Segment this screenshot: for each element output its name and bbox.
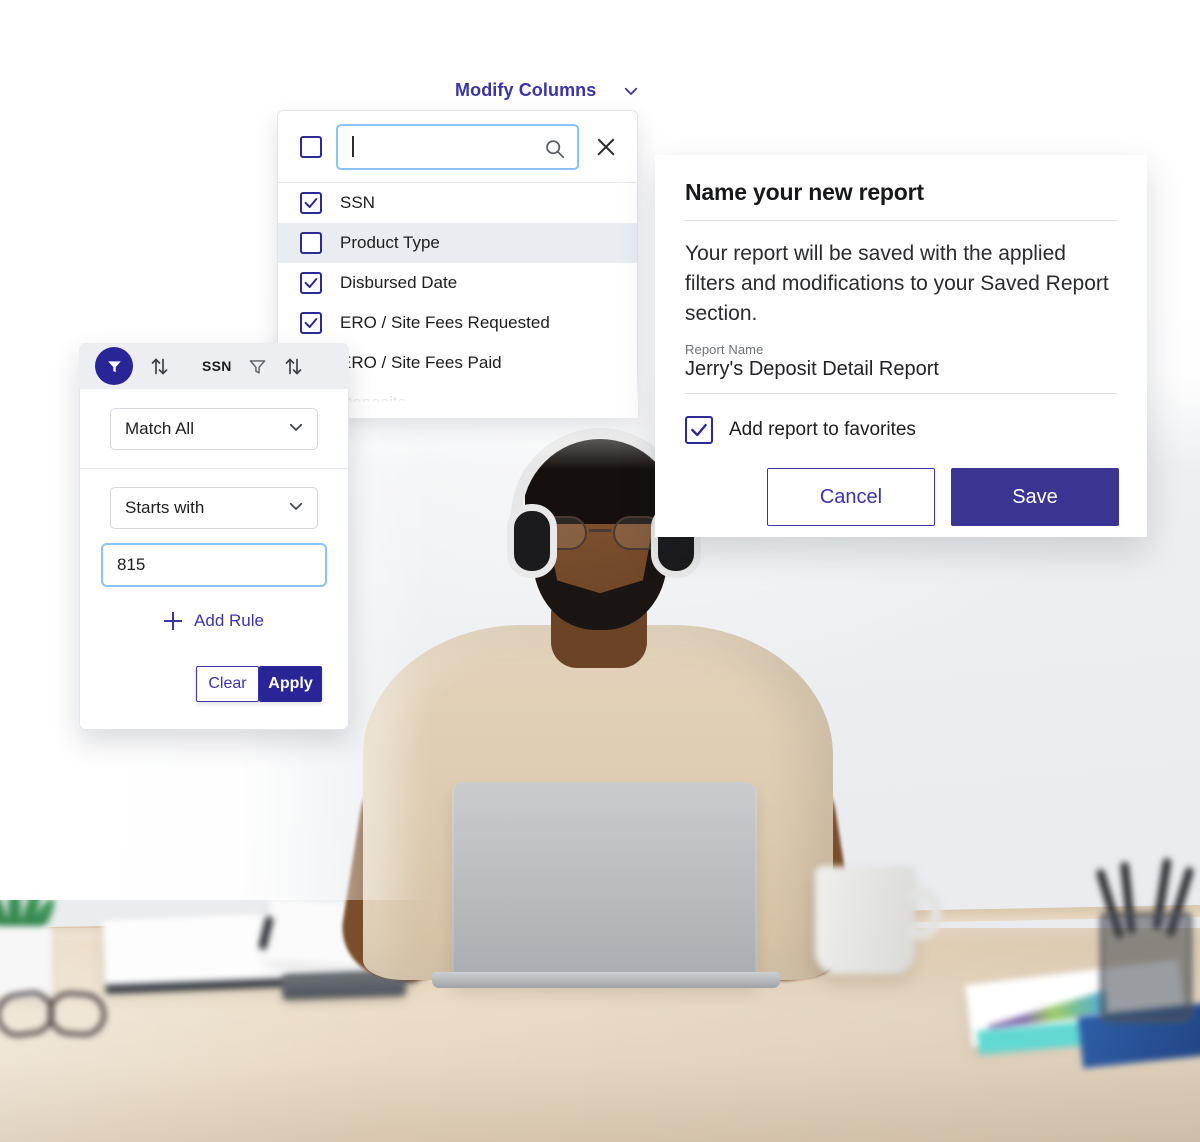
column-checkbox[interactable] [300, 192, 322, 214]
name-report-dialog: Name your new report Your report will be… [655, 155, 1147, 537]
save-button[interactable]: Save [951, 468, 1119, 527]
column-label: ERO / Site Fees Requested [340, 313, 550, 332]
column-checkbox[interactable] [300, 312, 322, 334]
photo-headphones-cup-left [507, 504, 557, 578]
column-label: Product Type [340, 233, 440, 252]
column-checkbox[interactable] [300, 272, 322, 294]
add-rule-label: Add Rule [194, 611, 264, 630]
column-label: Disbursed Date [340, 273, 458, 292]
apply-filter-button[interactable]: Apply [259, 666, 322, 702]
column-label: Deposits [340, 393, 407, 412]
plus-icon [164, 612, 183, 630]
report-name-field[interactable]: Report Name Jerry's Deposit Detail Repor… [685, 342, 1117, 395]
add-to-favorites-label: Add report to favorites [729, 419, 916, 441]
photo-eyeglasses [0, 988, 132, 1040]
filter-action-buttons: Clear Apply [196, 666, 322, 702]
chevron-down-icon [287, 497, 305, 520]
search-icon [544, 138, 565, 159]
column-list-item[interactable]: ERO / Site Fees Requested [278, 303, 637, 343]
column-list-item[interactable]: Disbursed Date [278, 263, 637, 303]
cancel-button[interactable]: Cancel [767, 468, 935, 527]
text-caret [352, 136, 354, 157]
filter-divider [80, 468, 348, 469]
filter-value-text: 815 [117, 555, 146, 574]
filter-popover-header: SSN [79, 343, 349, 389]
photo-laptop-lid [452, 782, 757, 982]
chevron-down-icon [287, 418, 305, 441]
clear-filter-button[interactable]: Clear [196, 666, 259, 702]
match-mode-select[interactable]: Match All [110, 408, 318, 450]
column-label: SSN [340, 193, 375, 212]
columns-search-input[interactable] [336, 123, 579, 170]
close-icon[interactable] [593, 134, 619, 160]
sort-updown-icon[interactable] [283, 356, 304, 377]
chevron-down-icon [622, 82, 640, 100]
photo-desk-shadow [0, 1060, 1200, 1142]
column-checkbox[interactable] [300, 232, 322, 254]
report-name-label: Report Name [685, 342, 764, 358]
photo-mug-handle [898, 888, 942, 940]
dialog-actions: Cancel Save [655, 444, 1147, 527]
screenshot-stage: Modify Columns SSN Product Type Disbursed … [0, 0, 1200, 1142]
photo-pen-holder [1100, 912, 1192, 1022]
dialog-description: Your report will be saved with the appli… [685, 242, 1109, 325]
match-mode-value: Match All [125, 419, 194, 438]
column-list-item[interactable]: Product Type [278, 223, 637, 263]
add-to-favorites-row[interactable]: Add report to favorites [655, 394, 1147, 445]
funnel-outline-icon[interactable] [248, 357, 267, 376]
add-to-favorites-checkbox[interactable] [685, 416, 713, 445]
modify-columns-button[interactable]: Modify Columns [455, 80, 640, 101]
filter-body: Match All Starts with 815 Add Rule [80, 390, 348, 631]
report-name-value[interactable]: Jerry's Deposit Detail Report [685, 357, 1117, 381]
column-label: ERO / Site Fees Paid [340, 353, 502, 372]
operator-select[interactable]: Starts with [110, 487, 318, 529]
select-all-checkbox[interactable] [300, 135, 322, 158]
column-list-item[interactable]: SSN [278, 183, 637, 223]
add-rule-button[interactable]: Add Rule [80, 611, 348, 631]
dialog-title: Name your new report [685, 179, 924, 205]
sort-updown-icon[interactable] [149, 356, 170, 377]
funnel-icon[interactable] [95, 347, 133, 385]
filter-value-input[interactable]: 815 [101, 543, 327, 587]
filter-column-tag: SSN [202, 358, 232, 374]
operator-value: Starts with [125, 498, 205, 517]
columns-search-row [278, 111, 637, 183]
modify-columns-label: Modify Columns [455, 80, 597, 100]
photo-laptop-base [432, 972, 780, 988]
